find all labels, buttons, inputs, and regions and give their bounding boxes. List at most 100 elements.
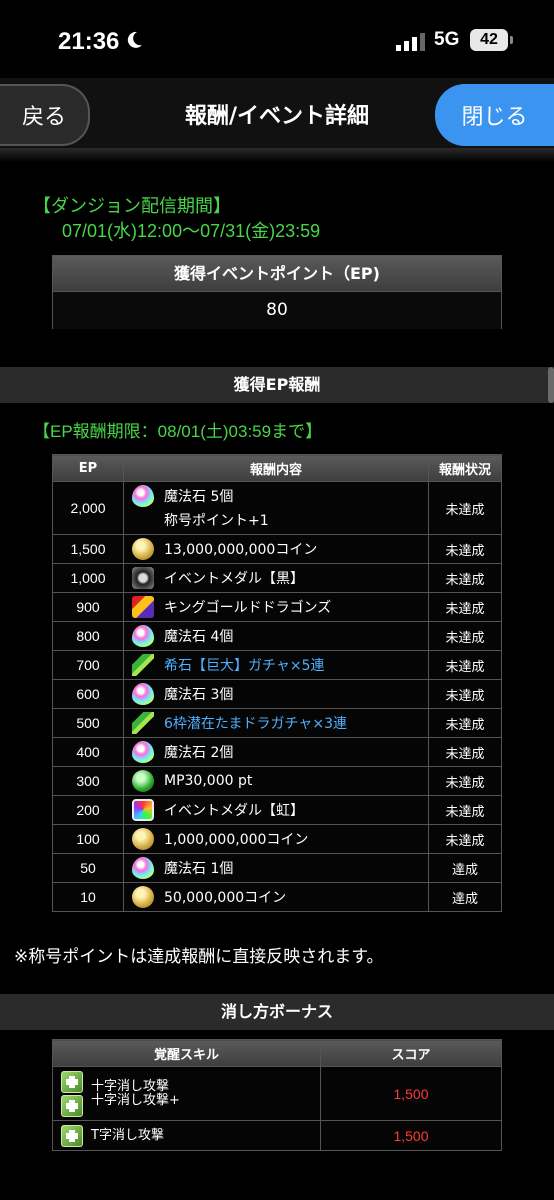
reward-content: 魔法石 2個 bbox=[123, 737, 429, 767]
cross-attack-awakening-icon bbox=[61, 1070, 83, 1093]
reward-ep: 400 bbox=[52, 737, 124, 767]
skill-row: T字消し攻撃 bbox=[61, 1124, 320, 1148]
magic-stone-icon bbox=[132, 857, 154, 879]
reward-ep: 500 bbox=[52, 708, 124, 738]
event-medal-rainbow-icon bbox=[132, 799, 154, 821]
reward-label: 魔法石 2個 bbox=[164, 745, 234, 761]
skill-name: T字消し攻撃 bbox=[91, 1127, 164, 1143]
reward-label: イベントメダル【虹】 bbox=[164, 803, 304, 819]
bonus-table: 覚醒スキル スコア 十字消し攻撃 十字消し攻撃+ 1,500 T字消し攻撃 1,500 bbox=[52, 1039, 502, 1151]
table-row: 800 魔法石 4個 未達成 bbox=[52, 621, 502, 651]
reward-status: 未達成 bbox=[428, 766, 502, 796]
battery-icon: 42 bbox=[470, 29, 508, 51]
reward-ep: 800 bbox=[52, 621, 124, 651]
column-header-ep: EP bbox=[52, 454, 124, 482]
signal-icon bbox=[396, 33, 425, 51]
table-header-row: EP 報酬内容 報酬状況 bbox=[52, 454, 502, 482]
magic-stone-icon bbox=[132, 484, 154, 507]
skill-name: 十字消し攻撃+ bbox=[91, 1092, 180, 1108]
reward-content: キングゴールドドラゴンズ bbox=[123, 592, 429, 622]
mp-icon bbox=[132, 770, 154, 792]
reward-ep: 1,000 bbox=[52, 563, 124, 593]
reward-content: 1,000,000,000コイン bbox=[123, 824, 429, 854]
reward-label: 魔法石 4個 bbox=[164, 629, 234, 645]
reward-label: 50,000,000コイン bbox=[164, 890, 287, 906]
reward-status: 未達成 bbox=[428, 795, 502, 825]
dungeon-period-label: 【ダンジョン配信期間】 bbox=[33, 196, 231, 216]
reward-content[interactable]: 6枠潜在たまドラガチャ×3連 bbox=[123, 708, 429, 738]
reward-content[interactable]: 希石【巨大】ガチャ×5連 bbox=[123, 650, 429, 680]
table-row: 1,500 13,000,000,000コイン 未達成 bbox=[52, 534, 502, 564]
reward-line: イベントメダル【黒】 bbox=[132, 565, 428, 592]
reward-line: 希石【巨大】ガチャ×5連 bbox=[132, 652, 428, 679]
column-header-status: 報酬状況 bbox=[428, 454, 502, 482]
reward-line: 魔法石 2個 bbox=[132, 739, 428, 766]
table-row: 50 魔法石 1個 達成 bbox=[52, 853, 502, 883]
reward-line: 魔法石 5個 bbox=[132, 482, 428, 509]
skill-row: 十字消し攻撃 十字消し攻撃+ bbox=[61, 1070, 320, 1118]
table-row: 600 魔法石 3個 未達成 bbox=[52, 679, 502, 709]
table-row: 2,000 魔法石 5個称号ポイント+1 未達成 bbox=[52, 481, 502, 535]
reward-line: MP30,000 pt bbox=[132, 768, 428, 795]
reward-status: 未達成 bbox=[428, 824, 502, 854]
skill-names: T字消し攻撃 bbox=[91, 1127, 164, 1143]
column-header-reward: 報酬内容 bbox=[123, 454, 429, 482]
column-header-skill: 覚醒スキル bbox=[52, 1039, 321, 1067]
reward-status: 達成 bbox=[428, 853, 502, 883]
coin-icon bbox=[132, 886, 154, 908]
reward-ep: 2,000 bbox=[52, 481, 124, 535]
battery-tip bbox=[510, 36, 513, 44]
dungeon-period-value: 07/01(水)12:00〜07/31(金)23:59 bbox=[62, 221, 321, 241]
reward-status: 未達成 bbox=[428, 481, 502, 535]
reward-label: キングゴールドドラゴンズ bbox=[164, 600, 332, 616]
event-medal-black-icon bbox=[132, 567, 154, 589]
table-row: 700 希石【巨大】ガチャ×5連 未達成 bbox=[52, 650, 502, 680]
ep-box: 獲得イベントポイント（EP) 80 bbox=[52, 255, 502, 329]
reward-link[interactable]: 希石【巨大】ガチャ×5連 bbox=[164, 655, 325, 675]
table-header-row: 覚醒スキル スコア bbox=[52, 1039, 502, 1067]
reward-status: 未達成 bbox=[428, 679, 502, 709]
coin-icon bbox=[132, 538, 154, 560]
reward-status: 未達成 bbox=[428, 708, 502, 738]
magic-stone-icon bbox=[132, 683, 154, 705]
coin-icon bbox=[132, 828, 154, 850]
reward-content: MP30,000 pt bbox=[123, 766, 429, 796]
reward-line: 魔法石 1個 bbox=[132, 855, 428, 882]
reward-ep: 300 bbox=[52, 766, 124, 796]
reward-line: 魔法石 3個 bbox=[132, 681, 428, 708]
reward-label: 魔法石 5個 bbox=[164, 488, 234, 505]
cross-attack-awakening-icon bbox=[61, 1094, 83, 1117]
back-button[interactable]: 戻る bbox=[0, 84, 90, 146]
king-gold-dragons-icon bbox=[132, 596, 154, 618]
reward-ep: 600 bbox=[52, 679, 124, 709]
reward-label: 13,000,000,000コイン bbox=[164, 542, 318, 558]
table-row: T字消し攻撃 1,500 bbox=[52, 1120, 502, 1151]
reward-content: 13,000,000,000コイン bbox=[123, 534, 429, 564]
reward-ep: 10 bbox=[52, 882, 124, 912]
reward-status: 未達成 bbox=[428, 534, 502, 564]
reward-ep: 200 bbox=[52, 795, 124, 825]
reward-link[interactable]: 6枠潜在たまドラガチャ×3連 bbox=[164, 713, 347, 733]
scroll-shadow bbox=[0, 148, 554, 162]
reward-label: 魔法石 1個 bbox=[164, 861, 234, 877]
status-bar: 21:36 5G 42 bbox=[0, 0, 554, 78]
table-row: 900 キングゴールドドラゴンズ 未達成 bbox=[52, 592, 502, 622]
reward-content: イベントメダル【虹】 bbox=[123, 795, 429, 825]
reward-line: キングゴールドドラゴンズ bbox=[132, 594, 428, 621]
dragon-icon bbox=[132, 712, 154, 734]
bonus-score: 1,500 bbox=[320, 1066, 502, 1121]
bonus-score: 1,500 bbox=[320, 1120, 502, 1151]
reward-ep: 700 bbox=[52, 650, 124, 680]
close-button[interactable]: 閉じる bbox=[435, 84, 554, 146]
reward-label: イベントメダル【黒】 bbox=[164, 571, 304, 587]
scrollbar[interactable] bbox=[548, 367, 554, 403]
magic-stone-icon bbox=[132, 741, 154, 763]
reward-line: イベントメダル【虹】 bbox=[132, 797, 428, 824]
reward-sub-label: 称号ポイント+1 bbox=[164, 513, 269, 529]
table-row: 300 MP30,000 pt 未達成 bbox=[52, 766, 502, 796]
reward-content: 魔法石 3個 bbox=[123, 679, 429, 709]
reward-ep: 50 bbox=[52, 853, 124, 883]
scroll-content[interactable]: 【ダンジョン配信期間】 07/01(水)12:00〜07/31(金)23:59 … bbox=[0, 162, 554, 1200]
reward-line: 1,000,000,000コイン bbox=[132, 826, 428, 853]
reward-content: イベントメダル【黒】 bbox=[123, 563, 429, 593]
